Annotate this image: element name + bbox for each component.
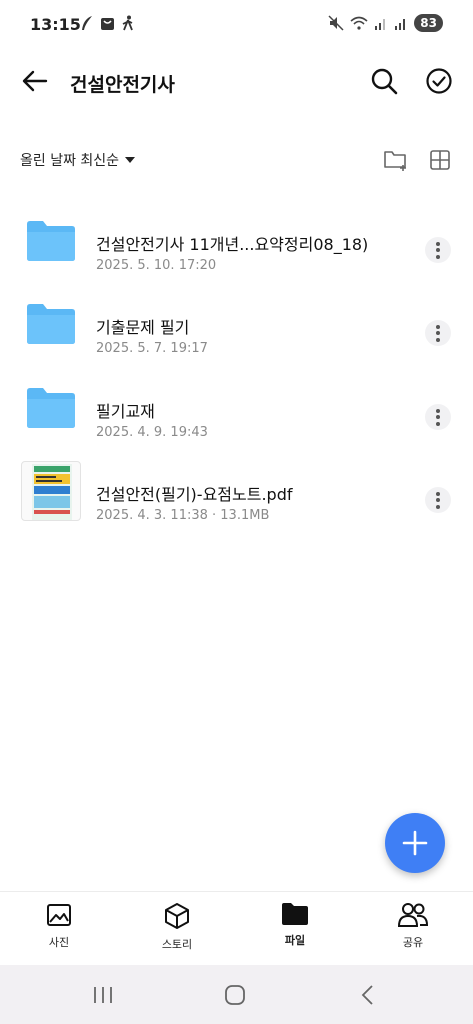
nav-label: 공유 — [402, 936, 424, 949]
mute-icon — [328, 15, 344, 31]
pdf-thumbnail — [20, 460, 82, 522]
search-button[interactable] — [368, 65, 400, 97]
nav-item-story[interactable]: 스토리 — [132, 902, 222, 962]
file-name: 필기교재 — [96, 402, 155, 421]
system-back-button[interactable] — [355, 983, 381, 1007]
sort-toolbar: 올린 날짜 최신순 — [0, 140, 473, 180]
list-item[interactable]: 건설안전(필기)-요점노트.pdf 2025. 4. 3. 11:38 · 13… — [0, 460, 473, 540]
file-meta: 2025. 5. 7. 19:17 — [96, 341, 208, 356]
nav-item-files[interactable]: 파일 — [250, 902, 340, 962]
app-header: 건설안전기사 — [0, 52, 473, 110]
more-options-button[interactable] — [425, 404, 451, 430]
arrow-left-icon — [22, 70, 48, 92]
home-icon — [225, 985, 245, 1005]
file-meta: 2025. 4. 3. 11:38 · 13.1MB — [96, 508, 270, 523]
folder-add-icon — [384, 151, 406, 171]
status-time: 13:15 — [30, 15, 81, 34]
wifi-icon — [350, 16, 368, 30]
status-notification-icons — [80, 15, 135, 31]
sort-dropdown[interactable]: 올린 날짜 최신순 — [20, 150, 136, 170]
signal-icon — [375, 19, 386, 30]
new-folder-button[interactable] — [383, 148, 409, 172]
folder-icon — [20, 210, 82, 272]
caret-down-icon — [125, 157, 136, 163]
recent-apps-icon — [94, 987, 112, 1003]
plus-icon — [402, 830, 428, 856]
select-button[interactable] — [423, 65, 455, 97]
more-options-button[interactable] — [425, 320, 451, 346]
walking-icon — [122, 15, 133, 31]
system-navigation-bar — [0, 965, 473, 1024]
file-name: 건설안전(필기)-요점노트.pdf — [96, 485, 293, 504]
chevron-left-icon — [361, 985, 373, 1005]
file-meta: 2025. 4. 9. 19:43 — [96, 425, 208, 440]
list-item[interactable]: 기출문제 필기 2025. 5. 7. 19:17 — [0, 293, 473, 373]
add-button[interactable] — [385, 813, 445, 873]
check-circle-icon — [426, 68, 452, 94]
feather-icon — [82, 16, 92, 30]
signal-icon-2 — [395, 19, 406, 30]
list-item[interactable]: 필기교재 2025. 4. 9. 19:43 — [0, 377, 473, 457]
folder-icon — [20, 377, 82, 439]
file-meta: 2025. 5. 10. 17:20 — [96, 258, 217, 273]
nav-label: 파일 — [284, 934, 306, 947]
status-bar: 13:15 83 — [0, 0, 473, 50]
bottom-navigation: 사진 스토리 파일 공유 — [0, 891, 473, 965]
nav-item-photos[interactable]: 사진 — [14, 902, 104, 962]
photo-icon — [47, 904, 71, 926]
list-item[interactable]: 건설안전기사 11개년...요약정리08_18) 2025. 5. 10. 17… — [0, 210, 473, 290]
battery-level: 83 — [414, 14, 443, 32]
shopping-bag-icon — [101, 17, 114, 30]
status-system-icons: 83 — [328, 14, 443, 32]
sort-label: 올린 날짜 최신순 — [20, 153, 120, 169]
search-icon — [371, 68, 398, 95]
more-options-button[interactable] — [425, 237, 451, 263]
file-name: 건설안전기사 11개년...요약정리08_18) — [96, 235, 369, 254]
cube-icon — [165, 903, 189, 929]
nav-label: 스토리 — [161, 938, 193, 951]
more-options-button[interactable] — [425, 487, 451, 513]
file-name: 기출문제 필기 — [96, 318, 190, 337]
recent-apps-button[interactable] — [90, 983, 116, 1007]
nav-item-share[interactable]: 공유 — [368, 902, 458, 962]
view-toggle-button[interactable] — [428, 148, 452, 172]
people-icon — [398, 903, 428, 927]
folder-icon — [20, 293, 82, 355]
page-title: 건설안전기사 — [70, 74, 175, 96]
grid-view-icon — [430, 150, 450, 170]
back-button[interactable] — [18, 66, 52, 96]
folder-icon — [282, 903, 308, 925]
home-button[interactable] — [222, 983, 248, 1007]
nav-label: 사진 — [48, 936, 70, 949]
